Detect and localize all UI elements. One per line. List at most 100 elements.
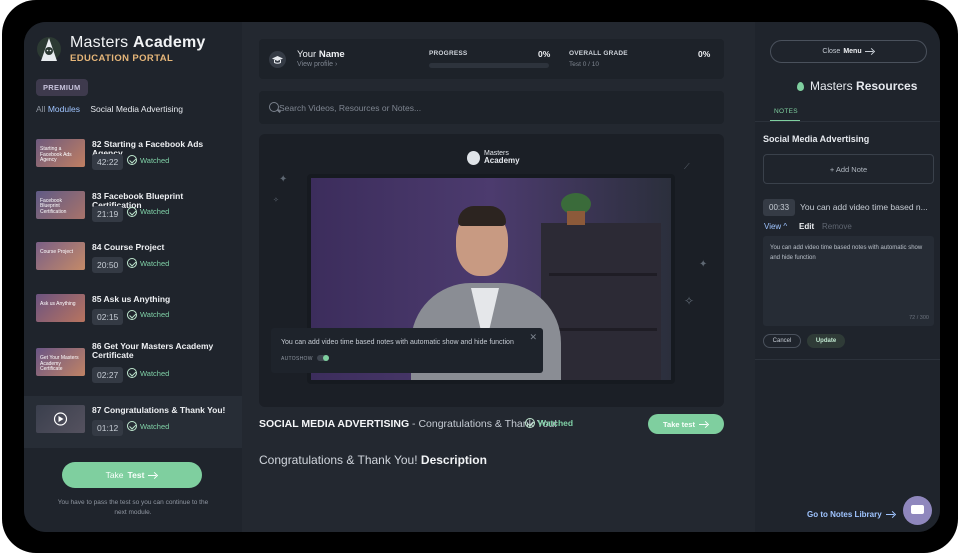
graduation-cap-icon	[269, 51, 286, 68]
sparkle-icon: ✦	[279, 174, 288, 185]
lesson-thumbnail-text: Get Your Masters Academy Certificate	[40, 355, 79, 372]
search-icon	[269, 102, 279, 112]
grade-label: OVERALL GRADE	[569, 50, 628, 57]
video-note-text: You can add video time based notes with …	[281, 339, 514, 346]
brand-subtitle: EDUCATION PORTAL	[70, 52, 174, 64]
main-content: Your Name View profile › PROGRESS 0% OVE…	[242, 22, 755, 532]
arrow-right-icon	[698, 421, 709, 427]
resources-subtitle: Social Media Advertising	[763, 134, 870, 144]
search-bar	[259, 91, 724, 124]
breadcrumb-modules[interactable]: Modules	[48, 104, 80, 114]
watched-status: Watched	[127, 206, 169, 217]
lesson-item[interactable]: Ask us Anything 85 Ask us Anything 02:15…	[24, 285, 242, 337]
progress-value: 0%	[538, 49, 551, 59]
arrow-right-icon	[885, 512, 896, 518]
watched-label: Watched	[140, 421, 170, 431]
check-circle-icon	[525, 418, 535, 428]
lesson-duration: 20:50	[92, 257, 124, 273]
lesson-title: 86 Get Your Masters Academy Certificate	[92, 341, 214, 361]
view-profile-link[interactable]: View profile ›	[297, 61, 337, 68]
lesson-thumbnail: Course Project	[36, 242, 85, 270]
description-heading: Congratulations & Thank You! Description	[259, 453, 487, 467]
lesson-item[interactable]: Starting a Facebook Ads Agency 82 Starti…	[24, 130, 242, 182]
cancel-button[interactable]: Cancel	[763, 334, 801, 348]
premium-badge: PREMIUM	[36, 79, 88, 96]
note-char-counter: 72 / 300	[909, 315, 929, 321]
arrow-right-icon	[864, 49, 875, 55]
lesson-title: 87 Congratulations & Thank You!	[92, 405, 226, 415]
shelf	[549, 328, 657, 331]
note-textarea[interactable]: You can add video time based notes with …	[763, 236, 934, 326]
add-note-button[interactable]: + Add Note	[763, 154, 934, 184]
lesson-thumbnail-text: Starting a Facebook Ads Agency	[40, 146, 72, 163]
lesson-item[interactable]: Get Your Masters Academy Certificate 86 …	[24, 336, 242, 396]
description-light: Congratulations & Thank You!	[259, 453, 418, 467]
note-timestamp[interactable]: 00:33	[763, 199, 796, 216]
remove-note-button[interactable]: Remove	[822, 222, 852, 231]
droplet-icon	[797, 81, 804, 91]
pass-test-note: You have to pass the test so you can con…	[57, 499, 209, 516]
module-sidebar: Masters Academy EDUCATION PORTAL PREMIUM…	[24, 22, 242, 532]
progress-label: PROGRESS	[429, 50, 468, 57]
video-watched-status: Watched	[525, 418, 573, 428]
breadcrumb-current: Social Media Advertising	[90, 104, 183, 114]
view-note-button[interactable]: View ^	[764, 222, 787, 231]
close-light: Close	[822, 48, 841, 55]
tab-notes[interactable]: NOTES	[774, 108, 798, 115]
lesson-item[interactable]: Facebook Blueprint Certification 83 Face…	[24, 182, 242, 234]
lesson-item[interactable]: Course Project 84 Course Project 20:50 W…	[24, 233, 242, 285]
lesson-thumbnail-text: Course Project	[40, 249, 74, 255]
brand-title-light: Masters	[70, 33, 129, 51]
take-test-button-secondary[interactable]: Take test	[648, 414, 724, 434]
video-watched-label: Watched	[538, 418, 574, 428]
sparkle-icon: ✧	[273, 197, 279, 204]
autoshow-toggle[interactable]	[317, 355, 329, 361]
close-menu-button[interactable]: Close Menu	[770, 40, 927, 63]
edit-note-button[interactable]: Edit	[799, 222, 814, 231]
lesson-item-active[interactable]: 87 Congratulations & Thank You! 01:12 Wa…	[24, 396, 242, 448]
plant-pot	[567, 211, 585, 225]
brand-title-bold: Academy	[132, 33, 206, 51]
profile-name: Your Name	[297, 49, 345, 60]
profile-bar: Your Name View profile › PROGRESS 0% OVE…	[259, 39, 724, 79]
lesson-title: 84 Course Project	[92, 242, 165, 252]
take-test-label: Take test	[663, 419, 695, 429]
brand-logo[interactable]: Masters Academy EDUCATION PORTAL	[36, 34, 206, 64]
chat-icon[interactable]	[903, 496, 932, 525]
watched-status: Watched	[127, 368, 169, 378]
close-icon[interactable]: ✕	[529, 332, 537, 343]
app-screen: Masters Academy EDUCATION PORTAL PREMIUM…	[24, 22, 940, 532]
watched-label: Watched	[140, 368, 170, 378]
check-circle-icon	[127, 206, 137, 217]
lesson-duration: 21:19	[92, 205, 124, 222]
lesson-title: 85 Ask us Anything	[92, 293, 171, 304]
breadcrumb-all[interactable]: All	[36, 104, 45, 114]
divider	[755, 359, 940, 360]
shelf	[549, 273, 657, 276]
watched-status: Watched	[127, 155, 169, 165]
view-profile-label: View profile	[297, 61, 334, 68]
close-bold: Menu	[843, 48, 862, 55]
watched-status: Watched	[127, 258, 169, 268]
check-circle-icon	[127, 155, 137, 165]
profile-name-bold: Name	[318, 49, 345, 60]
notes-library-link[interactable]: Go to Notes Library	[807, 510, 896, 519]
wizard-logo-icon	[36, 34, 62, 64]
lesson-thumbnail: Facebook Blueprint Certification	[36, 190, 85, 219]
autoshow-label: AUTOSHOW	[281, 356, 313, 362]
grade-value: 0%	[698, 49, 711, 59]
search-input[interactable]	[279, 91, 719, 124]
check-circle-icon	[127, 258, 137, 268]
lesson-thumbnail: Ask us Anything	[36, 293, 85, 322]
profile-name-light: Your	[297, 49, 317, 60]
take-test-button[interactable]: Take Test	[62, 462, 202, 488]
notes-library-label: Go to Notes Library	[807, 510, 882, 519]
lesson-duration: 42:22	[92, 154, 124, 170]
watched-status: Watched	[127, 421, 169, 431]
divider	[755, 121, 940, 122]
video-player[interactable]: ✦ ✧ ✦ ✧ ⟋ Masters Academy You can add vi…	[259, 134, 724, 407]
update-button[interactable]: Update	[807, 334, 845, 348]
player-logo-bottom: Academy	[484, 156, 520, 166]
resources-panel: Close Menu Masters Resources NOTES Socia…	[755, 22, 940, 532]
description-bold: Description	[420, 453, 487, 467]
